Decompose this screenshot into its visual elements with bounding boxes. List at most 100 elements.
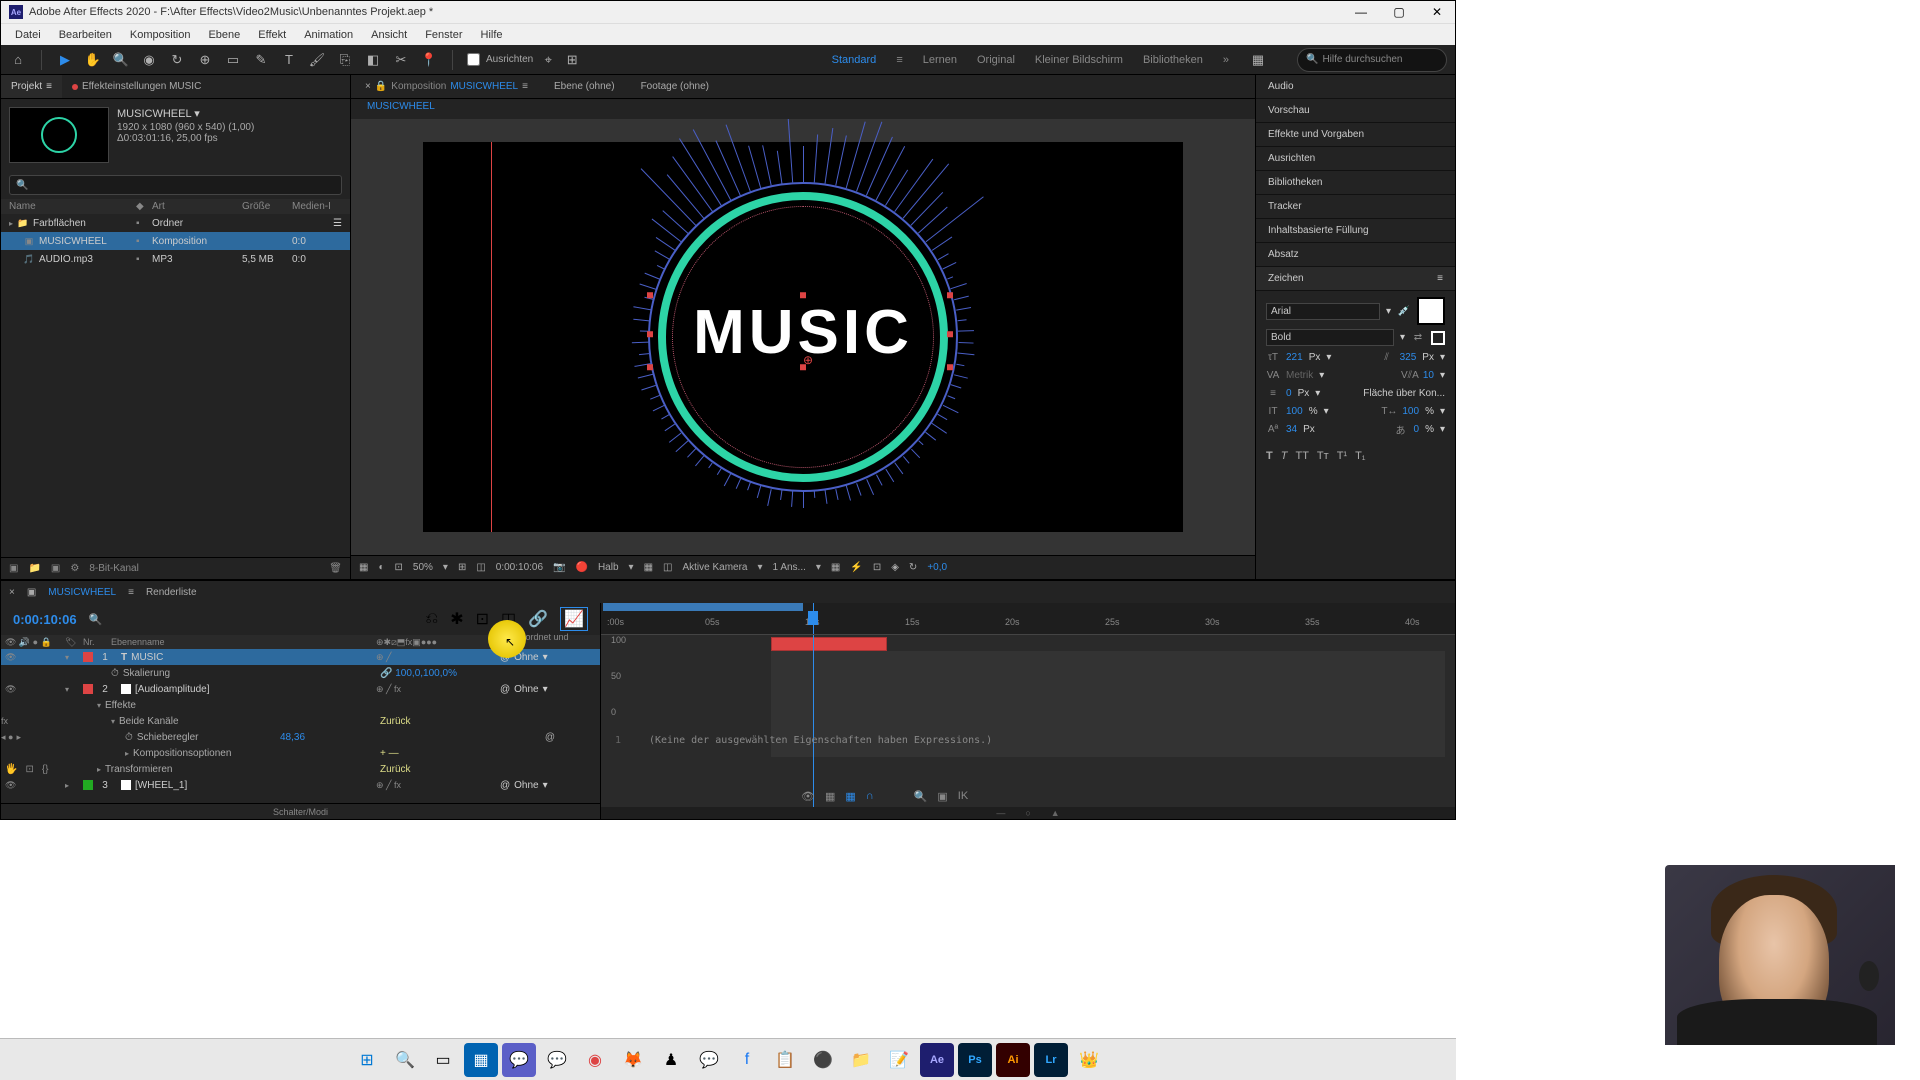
- renderlist-tab[interactable]: Renderliste: [146, 587, 197, 598]
- snap-opts-icon[interactable]: ⌖: [539, 51, 557, 69]
- graph-snap-icon[interactable]: ▦: [845, 790, 855, 803]
- views-select[interactable]: 1 Ans...: [773, 562, 806, 573]
- comp-thumbnail[interactable]: [9, 107, 109, 163]
- tl-footer-icon3[interactable]: {}: [42, 764, 49, 775]
- asset-row-musicwheel[interactable]: ▣MUSICWHEEL ▪ Komposition0:0: [1, 232, 350, 250]
- eye-icon[interactable]: 👁: [5, 652, 16, 663]
- clone-tool[interactable]: ⎘: [336, 51, 354, 69]
- hand-tool[interactable]: ✋: [84, 51, 102, 69]
- illustrator-icon[interactable]: Ai: [996, 1043, 1030, 1077]
- expand-icon[interactable]: ▾: [65, 653, 69, 662]
- settings-icon[interactable]: ⚙: [70, 563, 79, 574]
- start-button[interactable]: ⊞: [350, 1043, 384, 1077]
- expand-icon[interactable]: ▾: [65, 685, 69, 694]
- allcaps-icon[interactable]: TT: [1295, 450, 1308, 462]
- eye-icon[interactable]: 👁: [5, 684, 16, 695]
- smallcaps-icon[interactable]: Tᴛ: [1317, 450, 1329, 462]
- firefox-icon[interactable]: 🦊: [616, 1043, 650, 1077]
- footage-viewer-tab[interactable]: Footage (ohne): [633, 81, 717, 92]
- menu-komposition[interactable]: Komposition: [122, 27, 199, 43]
- taskview-icon[interactable]: ▭: [426, 1043, 460, 1077]
- interpret-icon[interactable]: ▣: [9, 563, 18, 574]
- taskbar-app-7[interactable]: 👑: [1072, 1043, 1106, 1077]
- bit-depth[interactable]: 8-Bit-Kanal: [89, 563, 138, 574]
- keyframe-nav-icon[interactable]: ▸: [16, 732, 21, 743]
- tl-opt5-icon[interactable]: 🔗: [528, 609, 548, 629]
- layer-2[interactable]: 👁 ▾ 2 [Audioamplitude] ⊕ ╱ fx @Ohne ▾: [1, 681, 600, 697]
- explorer-icon[interactable]: 📁: [844, 1043, 878, 1077]
- messenger-icon[interactable]: 💬: [692, 1043, 726, 1077]
- facebook-icon[interactable]: f: [730, 1043, 764, 1077]
- col-medien[interactable]: Medien-I: [292, 201, 342, 212]
- pickwhip-icon[interactable]: @: [545, 732, 555, 743]
- panel-effekte[interactable]: Effekte und Vorgaben: [1256, 123, 1455, 147]
- camera-select[interactable]: Aktive Kamera: [682, 562, 747, 573]
- effect-controls-tab[interactable]: Effekteinstellungen MUSIC: [62, 75, 211, 98]
- taskbar-app-4[interactable]: ♟: [654, 1043, 688, 1077]
- menu-hilfe[interactable]: Hilfe: [473, 27, 511, 43]
- bold-icon[interactable]: T: [1266, 450, 1273, 462]
- close-button[interactable]: ✕: [1427, 5, 1447, 19]
- panel-tracker[interactable]: Tracker: [1256, 195, 1455, 219]
- asset-row-audio[interactable]: 🎵AUDIO.mp3 ▪ MP35,5 MB0:0: [1, 250, 350, 268]
- baseline-val[interactable]: 34: [1286, 424, 1297, 435]
- subscript-icon[interactable]: T₁: [1355, 450, 1365, 462]
- home-icon[interactable]: ⌂: [9, 51, 27, 69]
- toggle-switches[interactable]: Schalter/Modi: [273, 807, 328, 817]
- tl-opt3-icon[interactable]: ⊡: [476, 609, 489, 629]
- roi-icon[interactable]: ◫: [476, 562, 485, 573]
- panel-ausrichten[interactable]: Ausrichten: [1256, 147, 1455, 171]
- rotate-tool[interactable]: ↻: [168, 51, 186, 69]
- workspace-klein[interactable]: Kleiner Bildschirm: [1035, 54, 1123, 66]
- col-groesse[interactable]: Größe: [242, 201, 292, 212]
- timecode-display[interactable]: 0:00:10:06: [496, 562, 543, 573]
- workspace-more-icon[interactable]: »: [1223, 54, 1229, 66]
- graph-fit-icon[interactable]: 🔍: [914, 790, 928, 803]
- snap-checkbox[interactable]: [467, 53, 480, 66]
- menu-ebene[interactable]: Ebene: [200, 27, 248, 43]
- font-weight-select[interactable]: Bold: [1266, 329, 1394, 346]
- stopwatch-icon[interactable]: ⏱: [111, 668, 119, 679]
- eyedropper-icon[interactable]: 💉: [1397, 304, 1411, 318]
- col-name[interactable]: Name: [9, 201, 136, 212]
- eye-icon[interactable]: 👁: [5, 780, 16, 791]
- vscale-val[interactable]: 100: [1286, 406, 1303, 417]
- timeline-tab[interactable]: MUSICWHEEL: [48, 587, 116, 598]
- graph-opts-icon[interactable]: ▦: [825, 790, 835, 803]
- layer-viewer-tab[interactable]: Ebene (ohne): [546, 81, 623, 92]
- panel-zeichen[interactable]: Zeichen≡: [1256, 267, 1455, 291]
- taskbar-app-2[interactable]: 💬: [502, 1043, 536, 1077]
- reset-exp-icon[interactable]: ↻: [909, 562, 917, 573]
- menu-fenster[interactable]: Fenster: [417, 27, 470, 43]
- viewport[interactable]: MUSIC ⊕: [351, 119, 1255, 555]
- stroke-mode[interactable]: Fläche über Kon...: [1363, 388, 1445, 399]
- orbit-tool[interactable]: ◉: [140, 51, 158, 69]
- pickwhip-icon[interactable]: @: [500, 780, 510, 791]
- workspace-original[interactable]: Original: [977, 54, 1015, 66]
- kerning-val[interactable]: Metrik: [1286, 370, 1313, 381]
- layer-color[interactable]: [83, 780, 93, 790]
- trash-icon[interactable]: 🗑: [329, 563, 342, 574]
- project-tab[interactable]: Projekt ≡: [1, 75, 62, 98]
- work-area-bar[interactable]: [603, 603, 803, 611]
- leading-val[interactable]: 325: [1400, 352, 1417, 363]
- playhead[interactable]: [813, 603, 814, 634]
- selection-tool[interactable]: ▶: [56, 51, 74, 69]
- timeline-icon[interactable]: ⊡: [873, 562, 881, 573]
- taskbar-app-6[interactable]: 📝: [882, 1043, 916, 1077]
- hscale-val[interactable]: 100: [1402, 406, 1419, 417]
- rect-tool[interactable]: ▭: [224, 51, 242, 69]
- menu-animation[interactable]: Animation: [296, 27, 361, 43]
- 3d-icon[interactable]: ◫: [663, 562, 672, 573]
- taskbar-app-5[interactable]: 📋: [768, 1043, 802, 1077]
- layer-bar[interactable]: [771, 637, 887, 651]
- menu-ansicht[interactable]: Ansicht: [363, 27, 415, 43]
- comp-viewer-tab[interactable]: ×🔒Komposition MUSICWHEEL ≡: [357, 81, 536, 92]
- workspace-bibliotheken[interactable]: Bibliotheken: [1143, 54, 1203, 66]
- font-family-select[interactable]: Arial: [1266, 303, 1380, 320]
- snapshot-icon[interactable]: 📷: [553, 562, 565, 573]
- brush-tool[interactable]: 🖌: [308, 51, 326, 69]
- res-icon[interactable]: ⊞: [458, 562, 466, 573]
- channel-icon[interactable]: 🔴: [576, 562, 588, 573]
- menu-bearbeiten[interactable]: Bearbeiten: [51, 27, 120, 43]
